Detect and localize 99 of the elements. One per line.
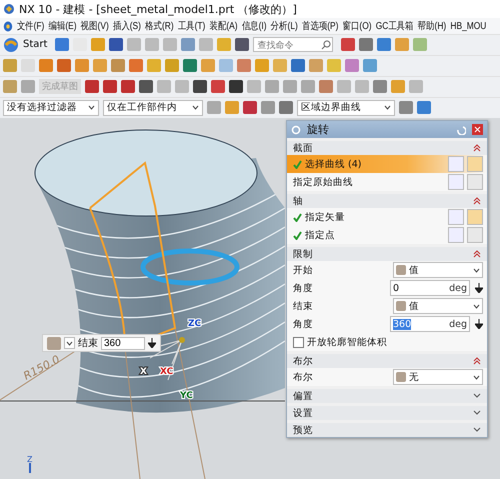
- caret-icon[interactable]: [88, 105, 95, 110]
- value-dropdown[interactable]: 值: [393, 262, 483, 278]
- menu-item[interactable]: 插入(S): [112, 19, 141, 34]
- section-title: 偏置: [293, 390, 313, 403]
- section-header[interactable]: 设置: [287, 406, 487, 420]
- menu-item[interactable]: 编辑(E): [48, 19, 77, 34]
- tool-icon[interactable]: [467, 174, 483, 190]
- section-header[interactable]: 限制: [287, 247, 487, 262]
- menu-item[interactable]: 窗口(O): [342, 19, 372, 34]
- section-title: 预览: [293, 424, 313, 437]
- selection-row[interactable]: 指定矢量: [287, 208, 487, 226]
- toolbar-icon[interactable]: [243, 101, 257, 114]
- row-label: 开始: [293, 264, 314, 277]
- menu-item[interactable]: 信息(I): [242, 19, 267, 34]
- toolbar-icon[interactable]: [139, 80, 153, 94]
- toolbar-icon[interactable]: [193, 80, 207, 94]
- menu-item[interactable]: 视图(V): [80, 19, 109, 34]
- tool-icon[interactable]: [448, 227, 464, 244]
- curve-rule-dropdown[interactable]: 区域边界曲线: [297, 100, 395, 116]
- end-angle-input[interactable]: 360: [101, 336, 145, 350]
- angle-input[interactable]: 360 deg: [390, 316, 470, 332]
- value-dropdown[interactable]: 无: [393, 369, 483, 386]
- chevron-icon[interactable]: [473, 197, 481, 206]
- dropdown-caret-icon[interactable]: [64, 337, 75, 350]
- chevron-icon[interactable]: [473, 144, 481, 152]
- section-title: 轴: [293, 194, 303, 208]
- tool-icon[interactable]: [448, 209, 464, 226]
- reset-icon[interactable]: [456, 124, 466, 135]
- chevron-icon[interactable]: [473, 357, 481, 366]
- tool-icon[interactable]: [448, 174, 464, 190]
- caret-icon[interactable]: [192, 105, 199, 110]
- chevron-icon[interactable]: [473, 392, 481, 400]
- tool-icon[interactable]: [467, 227, 483, 244]
- chevron-icon[interactable]: [473, 250, 481, 258]
- row-label: 选择曲线 (4): [305, 158, 362, 171]
- row-label: 布尔: [293, 370, 314, 384]
- menu-item[interactable]: 格式(R): [145, 19, 174, 34]
- window-title: NX 10 - 建模 - [sheet_metal_model1.prt （修改的）]: [19, 2, 297, 17]
- row-label: 指定矢量: [305, 210, 346, 224]
- start-menu-button[interactable]: Start: [23, 39, 48, 50]
- menu-item[interactable]: 文件(F): [16, 19, 44, 34]
- filter-dropdown[interactable]: 仅在工作部件内: [103, 100, 203, 116]
- menu-item[interactable]: HB_MOU: [450, 20, 486, 32]
- section-header[interactable]: 布尔: [287, 354, 487, 368]
- axis-label: YC: [180, 391, 193, 402]
- menu-item[interactable]: 首选项(P): [302, 19, 338, 34]
- row-label: 指定点: [305, 228, 336, 242]
- dialog-title: 旋转: [307, 122, 330, 138]
- menu-item[interactable]: 工具(T): [178, 19, 206, 34]
- menu-item[interactable]: 帮助(H): [418, 19, 446, 34]
- arrow-down-icon[interactable]: [148, 338, 156, 348]
- chevron-icon[interactable]: [473, 409, 481, 418]
- floating-input-label: 结束: [78, 336, 98, 350]
- row-label: 指定原始曲线: [293, 176, 354, 189]
- toolbar-icon[interactable]: [103, 80, 117, 94]
- toolbar-icon[interactable]: [85, 80, 99, 94]
- section-title: 截面: [293, 142, 313, 155]
- section-title: 设置: [293, 406, 313, 420]
- section-header[interactable]: 轴: [287, 194, 487, 208]
- arrow-down-icon[interactable]: [475, 283, 483, 294]
- app-logo-icon: [3, 3, 15, 16]
- value-type-icon: [47, 336, 61, 350]
- section-title: 布尔: [293, 354, 313, 368]
- checkbox-label: 开放轮廓智能体积: [307, 336, 388, 349]
- row-label: 结束: [293, 300, 314, 313]
- axis-label: X: [140, 367, 147, 378]
- menu-item[interactable]: 装配(A): [210, 19, 238, 34]
- row-label: 角度: [293, 318, 314, 331]
- triad-axis-label: Z: [27, 455, 32, 464]
- section-header[interactable]: 截面: [287, 141, 487, 156]
- arrow-down-icon[interactable]: [475, 319, 483, 330]
- chevron-icon[interactable]: [473, 426, 481, 434]
- start-globe-icon[interactable]: [3, 36, 19, 53]
- caret-icon[interactable]: [473, 268, 480, 273]
- toolbar-icon[interactable]: [229, 80, 243, 94]
- search-field[interactable]: 查找命令: [253, 37, 334, 52]
- section-title: 限制: [293, 248, 313, 261]
- toolbar-icon[interactable]: [109, 38, 124, 52]
- tool-icon[interactable]: [448, 156, 464, 172]
- filter-dropdown[interactable]: 没有选择过滤器: [3, 100, 99, 116]
- checkbox[interactable]: [293, 336, 304, 348]
- caret-icon[interactable]: [473, 304, 480, 309]
- close-icon[interactable]: [472, 124, 483, 136]
- angle-input[interactable]: 0 deg: [390, 280, 470, 296]
- value-dropdown[interactable]: 值: [393, 298, 483, 314]
- section-header[interactable]: 偏置: [287, 389, 487, 404]
- menu-item[interactable]: GC工具箱: [376, 19, 414, 34]
- caret-icon[interactable]: [473, 374, 480, 380]
- caret-icon[interactable]: [384, 105, 391, 110]
- toolbar-icon[interactable]: [235, 38, 250, 52]
- selection-row[interactable]: 指定点: [287, 226, 487, 244]
- menu-item[interactable]: 分析(L): [270, 19, 298, 34]
- section-header[interactable]: 预览: [287, 423, 487, 438]
- axis-triad-icon: [29, 463, 31, 474]
- row-label: 角度: [293, 282, 314, 295]
- axis-label: ZC: [188, 319, 202, 330]
- selection-row[interactable]: 选择曲线 (4): [287, 155, 487, 174]
- toolbar-icon[interactable]: [121, 80, 135, 94]
- app-menu-icon[interactable]: [3, 20, 13, 32]
